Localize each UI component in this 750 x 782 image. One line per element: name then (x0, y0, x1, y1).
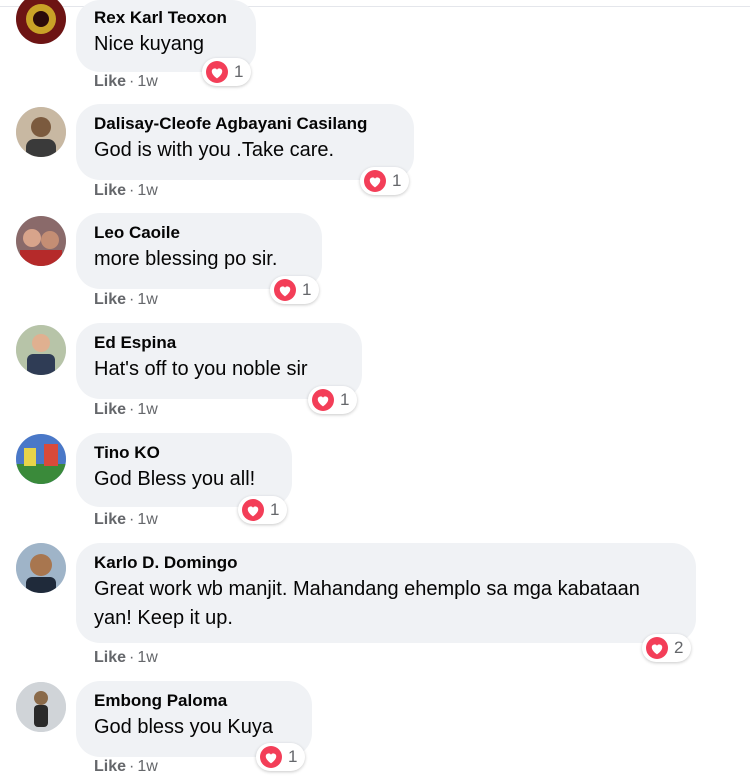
heart-icon (274, 279, 296, 301)
comment-author[interactable]: Karlo D. Domingo (94, 553, 678, 573)
comment-actions: Like · 1w (94, 649, 158, 667)
comment-actions: Like · 1w (94, 511, 158, 529)
timestamp[interactable]: 1w (137, 401, 157, 418)
reaction-count[interactable]: 1 (202, 58, 252, 86)
heart-icon (242, 499, 264, 521)
like-link[interactable]: Like (94, 649, 126, 666)
reaction-number: 2 (674, 638, 684, 657)
heart-icon (260, 746, 282, 768)
comment-actions: Like · 1w (94, 758, 158, 776)
reaction-number: 1 (392, 171, 402, 190)
comment-item: Karlo D. Domingo Great work wb manjit. M… (0, 543, 750, 673)
timestamp[interactable]: 1w (137, 649, 157, 666)
heart-icon (646, 637, 668, 659)
reaction-number: 1 (340, 390, 350, 409)
comment-author[interactable]: Ed Espina (94, 333, 344, 353)
comment-text: Hat's off to you noble sir (94, 358, 308, 380)
timestamp[interactable]: 1w (137, 758, 157, 775)
timestamp[interactable]: 1w (137, 73, 157, 90)
like-link[interactable]: Like (94, 511, 126, 528)
separator: · (129, 291, 135, 308)
reaction-count[interactable]: 2 (642, 634, 692, 662)
timestamp[interactable]: 1w (137, 511, 157, 528)
comment-author[interactable]: Dalisay-Cleofe Agbayani Casilang (94, 114, 396, 134)
heart-icon (206, 61, 228, 83)
avatar[interactable] (16, 682, 66, 732)
like-link[interactable]: Like (94, 73, 126, 90)
like-link[interactable]: Like (94, 758, 126, 775)
comment-text: Nice kuyang (94, 33, 205, 55)
reaction-count[interactable]: 1 (238, 496, 288, 524)
comment-actions: Like · 1w (94, 401, 158, 419)
reaction-count[interactable]: 1 (308, 386, 358, 414)
reaction-number: 1 (302, 280, 312, 299)
reaction-count[interactable]: 1 (270, 276, 320, 304)
heart-icon (364, 170, 386, 192)
comment-author[interactable]: Leo Caoile (94, 223, 304, 243)
comment-text: God Bless you all! (94, 468, 256, 490)
comment-item: Tino KO God Bless you all! 1 Like · 1w (0, 433, 750, 545)
avatar[interactable] (16, 543, 66, 593)
comment-bubble: Dalisay-Cleofe Agbayani Casilang God is … (76, 104, 414, 180)
comment-item: Leo Caoile more blessing po sir. 1 Like ·… (0, 213, 750, 325)
heart-icon (312, 389, 334, 411)
avatar[interactable] (16, 216, 66, 266)
separator: · (129, 182, 135, 199)
comment-author[interactable]: Tino KO (94, 443, 274, 463)
like-link[interactable]: Like (94, 291, 126, 308)
comment-item: Ed Espina Hat's off to you noble sir 1 L… (0, 323, 750, 435)
timestamp[interactable]: 1w (137, 291, 157, 308)
comment-bubble: Karlo D. Domingo Great work wb manjit. M… (76, 543, 696, 643)
comment-author[interactable]: Embong Paloma (94, 691, 294, 711)
like-link[interactable]: Like (94, 401, 126, 418)
comment-actions: Like · 1w (94, 291, 158, 309)
separator: · (129, 401, 135, 418)
reaction-count[interactable]: 1 (360, 167, 410, 195)
avatar[interactable] (16, 0, 66, 44)
reaction-number: 1 (234, 62, 244, 81)
timestamp[interactable]: 1w (137, 182, 157, 199)
reaction-number: 1 (288, 747, 298, 766)
separator: · (129, 511, 135, 528)
comment-text: God is with you .Take care. (94, 139, 335, 161)
comment-item: Embong Paloma God bless you Kuya 1 Like ·… (0, 681, 750, 782)
avatar[interactable] (16, 325, 66, 375)
avatar[interactable] (16, 434, 66, 484)
comment-item: Dalisay-Cleofe Agbayani Casilang God is … (0, 104, 750, 216)
like-link[interactable]: Like (94, 182, 126, 199)
comment-text: Great work wb manjit. Mahandang ehemplo … (94, 578, 640, 629)
comment-text: God bless you Kuya (94, 716, 273, 738)
comment-text: more blessing po sir. (94, 248, 278, 270)
separator: · (129, 649, 135, 666)
comment-item: Rex Karl Teoxon Nice kuyang 1 Like · 1w (0, 0, 750, 112)
reaction-number: 1 (270, 500, 280, 519)
comment-actions: Like · 1w (94, 182, 158, 200)
reaction-count[interactable]: 1 (256, 743, 306, 771)
avatar[interactable] (16, 107, 66, 157)
comment-author[interactable]: Rex Karl Teoxon (94, 8, 238, 28)
comment-actions: Like · 1w (94, 73, 158, 91)
separator: · (129, 73, 135, 90)
separator: · (129, 758, 135, 775)
